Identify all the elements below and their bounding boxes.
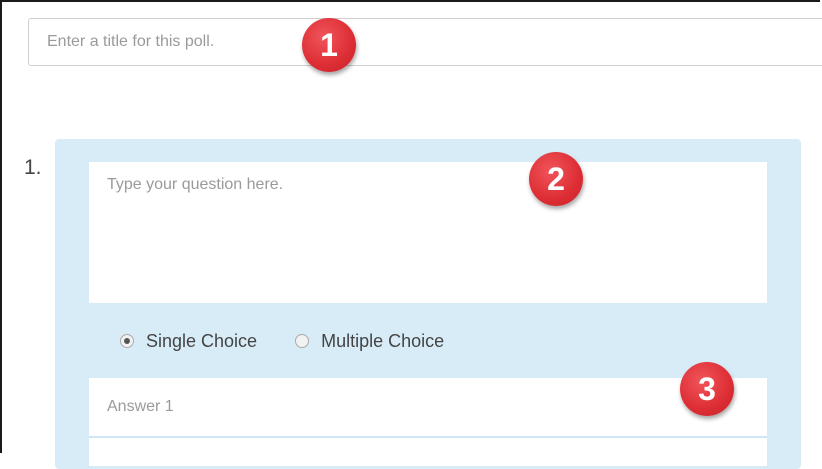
question-text-input[interactable] [89, 162, 767, 303]
callout-badge-1: 1 [302, 18, 356, 72]
choice-type-group: Single Choice Multiple Choice [120, 329, 482, 353]
multiple-choice-label: Multiple Choice [321, 330, 445, 351]
callout-badge-3: 3 [680, 362, 734, 416]
single-choice-radio[interactable] [120, 334, 134, 348]
single-choice-label: Single Choice [146, 330, 258, 351]
multiple-choice-option[interactable]: Multiple Choice [295, 331, 444, 352]
question-number: 1. [24, 156, 42, 179]
multiple-choice-radio[interactable] [295, 334, 310, 348]
callout-badge-2: 2 [529, 152, 583, 206]
single-choice-option[interactable]: Single Choice [120, 331, 257, 352]
poll-title-input[interactable] [28, 18, 822, 66]
answer-2-input[interactable] [89, 436, 767, 466]
answer-1-input[interactable] [89, 378, 767, 436]
